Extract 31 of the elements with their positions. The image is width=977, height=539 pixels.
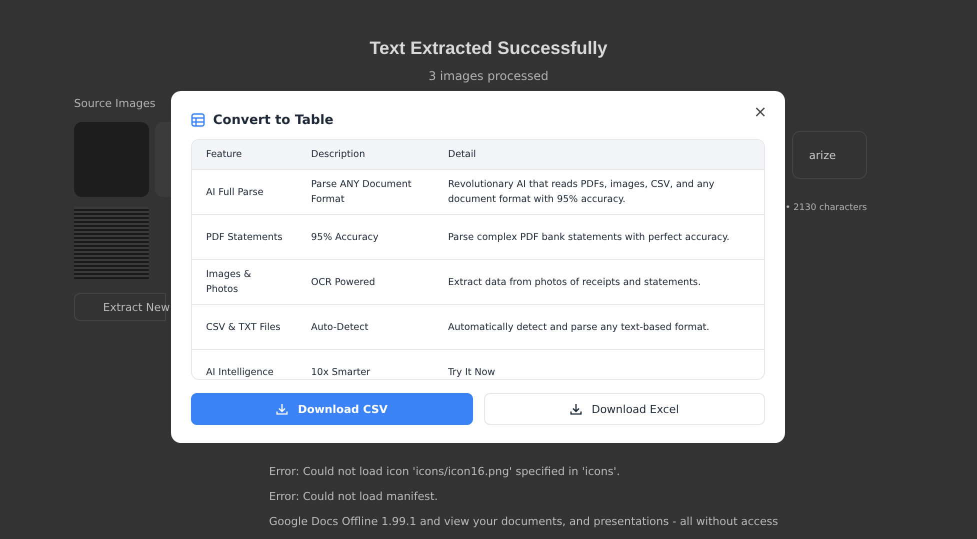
download-icon (276, 403, 288, 415)
page-title: Text Extracted Successfully (370, 38, 608, 59)
download-button[interactable]: Download Excel (484, 393, 765, 425)
dialog-title: Convert to Table (213, 112, 334, 128)
table-cell: Images & Photos (192, 260, 297, 304)
table-cell: OCR Powered (297, 260, 434, 304)
close-button[interactable]: × (748, 101, 773, 122)
text-line: Google Docs Offline 1.99.1 and view your documents, and presentations - all without access (269, 515, 780, 528)
column-header: Description (297, 140, 434, 170)
table-cell: 95% Accuracy (297, 214, 434, 260)
text-line: Error: Could not load icon 'icons/icon16.png' specified in 'icons'. (269, 465, 621, 478)
table-cell: Auto-Detect (297, 304, 434, 350)
table-cell: CSV & TXT Files (192, 304, 297, 350)
column-header: Detail (434, 140, 764, 170)
download-button[interactable]: Download CSV (191, 393, 472, 425)
section-label: Source Images (74, 97, 156, 110)
summarize-button[interactable]: arize (792, 131, 867, 179)
table-cell: PDF Statements (192, 214, 297, 260)
table-cell: Parse complex PDF bank statements with perfect accuracy. (434, 214, 764, 260)
image-thumbnail[interactable] (74, 207, 149, 279)
page-subtitle: 3 images processed (428, 69, 548, 83)
text-line: Error: Could not load manifest. (269, 490, 439, 503)
table-cell: Automatically detect and parse any text-based format. (434, 304, 764, 350)
table-cell: AI Full Parse (192, 170, 297, 214)
download-icon (570, 403, 582, 415)
column-header: Feature (192, 140, 297, 170)
stats-text: • 2130 characters (785, 203, 867, 213)
table-icon (191, 113, 205, 127)
table-cell: Revolutionary AI that reads PDFs, images, CSV, and any document format with 95% accuracy. (434, 170, 764, 214)
table-cell: Extract data from photos of receipts and statements. (434, 260, 764, 304)
table-cell: Parse ANY Document Format (297, 170, 434, 214)
